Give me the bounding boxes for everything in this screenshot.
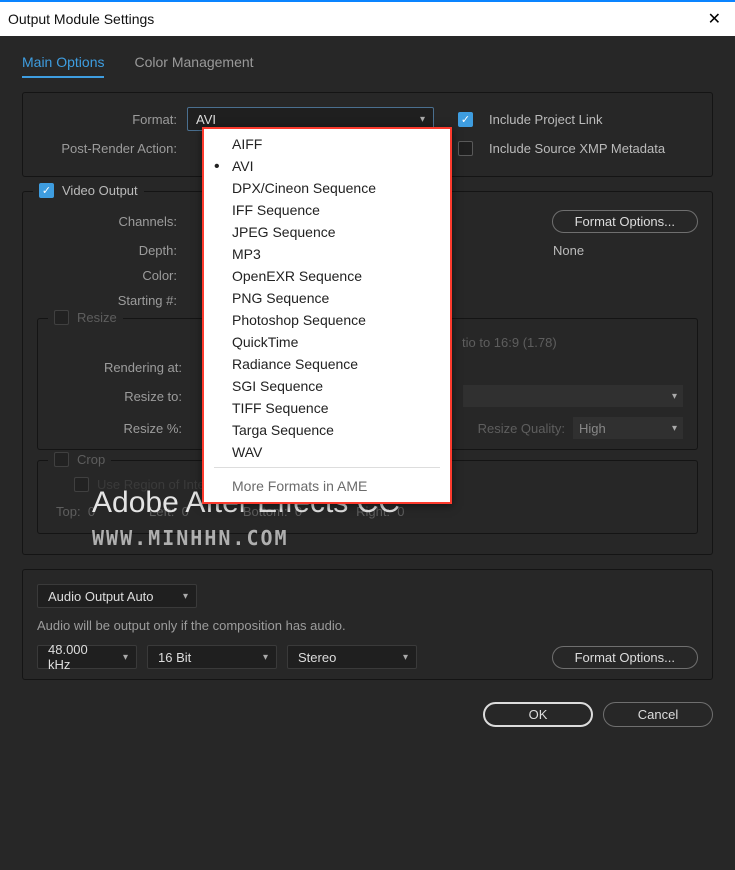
ok-button[interactable]: OK <box>483 702 593 727</box>
include-xmp-label: Include Source XMP Metadata <box>489 141 665 156</box>
format-option[interactable]: IFF Sequence <box>204 199 450 221</box>
audio-depth-value: 16 Bit <box>158 650 191 665</box>
format-option[interactable]: Photoshop Sequence <box>204 309 450 331</box>
chevron-down-icon: ▾ <box>672 423 677 434</box>
resize-pct-label: Resize %: <box>52 421 192 436</box>
format-option[interactable]: JPEG Sequence <box>204 221 450 243</box>
crop-right-value: 0 <box>397 504 404 519</box>
format-panel: Format: AVI ▾ ✓ Include Project Link Pos… <box>22 92 713 177</box>
tabs: Main Options Color Management <box>22 54 713 78</box>
dialog-footer: OK Cancel <box>22 702 713 727</box>
crop-legend: Crop <box>77 452 105 467</box>
format-option[interactable]: PNG Sequence <box>204 287 450 309</box>
chevron-down-icon: ▾ <box>183 591 188 602</box>
format-option[interactable]: AVI <box>204 155 450 177</box>
resize-quality-value: High <box>579 421 606 436</box>
format-more-ame[interactable]: More Formats in AME <box>204 472 450 498</box>
audio-output-mode-select[interactable]: Audio Output Auto ▾ <box>37 584 197 608</box>
format-option[interactable]: Radiance Sequence <box>204 353 450 375</box>
audio-note: Audio will be output only if the composi… <box>37 618 698 633</box>
crop-bottom-label: Bottom: <box>243 504 288 519</box>
audio-panel: Audio Output Auto ▾ Audio will be output… <box>22 569 713 680</box>
resize-to-label: Resize to: <box>52 389 192 404</box>
crop-bottom-value: 0 <box>295 504 302 519</box>
audio-channels-value: Stereo <box>298 650 336 665</box>
chevron-down-icon: ▾ <box>420 114 425 125</box>
audio-rate-value: 48.000 kHz <box>48 642 105 672</box>
format-option[interactable]: OpenEXR Sequence <box>204 265 450 287</box>
color-label: Color: <box>37 268 187 283</box>
crop-top-value: 0 <box>88 504 95 519</box>
use-region-checkbox[interactable] <box>74 477 89 492</box>
resize-to-select[interactable]: ▾ <box>463 385 683 407</box>
post-render-action-label: Post-Render Action: <box>37 141 187 156</box>
depth-value: None <box>553 243 698 258</box>
chevron-down-icon: ▾ <box>263 652 268 663</box>
audio-channels-select[interactable]: Stereo ▾ <box>287 645 417 669</box>
crop-checkbox[interactable] <box>54 452 69 467</box>
include-project-link-label: Include Project Link <box>489 112 602 127</box>
format-option[interactable]: MP3 <box>204 243 450 265</box>
window-title: Output Module Settings <box>8 11 154 27</box>
include-project-link-checkbox[interactable]: ✓ <box>458 112 473 127</box>
output-module-settings-window: Output Module Settings ✕ Main Options Co… <box>0 0 735 870</box>
dialog-content: Main Options Color Management Format: AV… <box>0 36 735 870</box>
tab-color-management[interactable]: Color Management <box>134 54 253 78</box>
starting-label: Starting #: <box>37 293 187 308</box>
audio-rate-select[interactable]: 48.000 kHz ▾ <box>37 645 137 669</box>
video-format-options-button[interactable]: Format Options... <box>552 210 698 233</box>
format-label: Format: <box>37 112 187 127</box>
titlebar: Output Module Settings ✕ <box>0 0 735 36</box>
format-option[interactable]: QuickTime <box>204 331 450 353</box>
close-icon[interactable]: ✕ <box>708 9 721 29</box>
format-dropdown-menu: AIFF AVI DPX/Cineon Sequence IFF Sequenc… <box>202 127 452 504</box>
format-option[interactable]: SGI Sequence <box>204 375 450 397</box>
audio-format-options-button[interactable]: Format Options... <box>552 646 698 669</box>
format-option[interactable]: Targa Sequence <box>204 419 450 441</box>
resize-quality-label: Resize Quality: <box>478 421 565 436</box>
crop-left-label: Left: <box>149 504 174 519</box>
crop-left-value: 0 <box>182 504 189 519</box>
crop-top-label: Top: <box>56 504 81 519</box>
aspect-ratio-text: tio to 16:9 (1.78) <box>462 335 557 350</box>
format-option[interactable]: TIFF Sequence <box>204 397 450 419</box>
format-option[interactable]: DPX/Cineon Sequence <box>204 177 450 199</box>
format-option[interactable]: WAV <box>204 441 450 463</box>
chevron-down-icon: ▾ <box>672 391 677 402</box>
resize-checkbox[interactable] <box>54 310 69 325</box>
chevron-down-icon: ▾ <box>123 652 128 663</box>
crop-right-label: Right: <box>356 504 390 519</box>
format-option[interactable]: AIFF <box>204 133 450 155</box>
cancel-button[interactable]: Cancel <box>603 702 713 727</box>
depth-label: Depth: <box>37 243 187 258</box>
rendering-at-label: Rendering at: <box>52 360 192 375</box>
tab-main-options[interactable]: Main Options <box>22 54 104 78</box>
resize-quality-select[interactable]: High ▾ <box>573 417 683 439</box>
audio-output-mode-value: Audio Output Auto <box>48 589 154 604</box>
audio-depth-select[interactable]: 16 Bit ▾ <box>147 645 277 669</box>
resize-legend: Resize <box>77 310 117 325</box>
format-select-value: AVI <box>196 112 216 127</box>
video-output-legend: Video Output <box>62 183 138 198</box>
video-output-checkbox[interactable]: ✓ <box>39 183 54 198</box>
include-xmp-checkbox[interactable] <box>458 141 473 156</box>
channels-label: Channels: <box>37 214 187 229</box>
chevron-down-icon: ▾ <box>403 652 408 663</box>
